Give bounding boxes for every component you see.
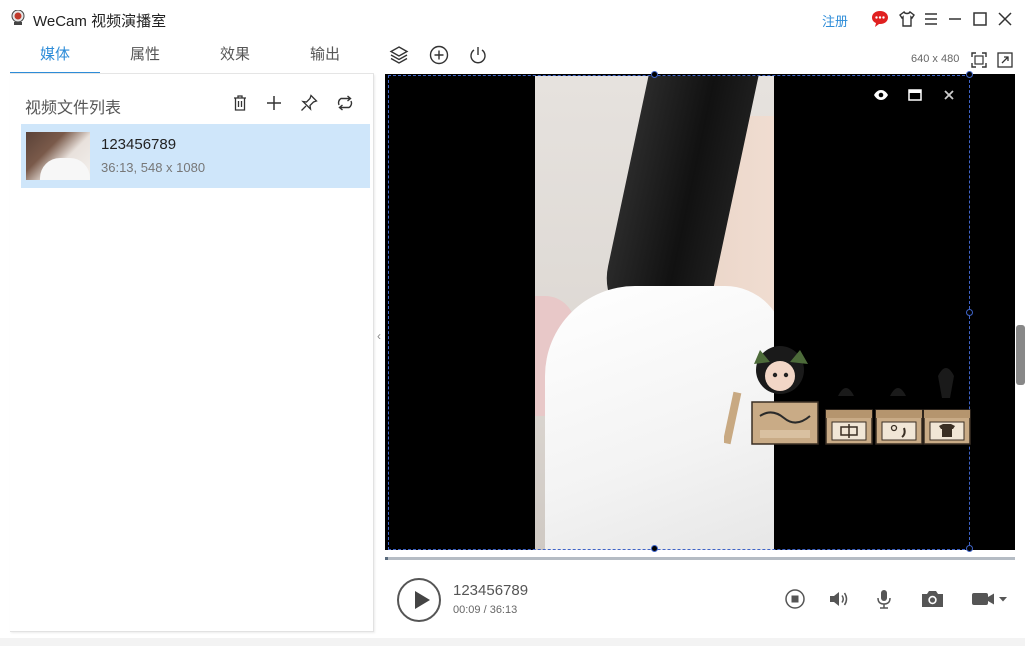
now-playing-title: 123456789 xyxy=(453,582,529,599)
remove-source-icon[interactable] xyxy=(941,87,957,103)
add-file-icon[interactable] xyxy=(265,94,283,112)
layers-icon[interactable] xyxy=(389,45,409,65)
stop-icon[interactable] xyxy=(784,588,806,610)
tab-output[interactable]: 输出 xyxy=(280,38,370,74)
video-frame xyxy=(535,76,774,550)
message-icon[interactable] xyxy=(871,10,889,28)
media-list-item[interactable]: 123456789 36:13, 548 x 1080 xyxy=(21,124,370,188)
volume-icon[interactable] xyxy=(827,588,851,610)
media-item-meta: 36:13, 548 x 1080 xyxy=(101,160,206,175)
wecam-logo-icon xyxy=(11,10,25,25)
media-item-name: 123456789 xyxy=(101,136,177,153)
video-preview[interactable] xyxy=(385,74,1015,550)
playback-progress-fill xyxy=(385,557,388,560)
resize-handle-right[interactable] xyxy=(966,309,973,316)
title-bar: WeCam 视频演播室 注册 xyxy=(0,0,1025,38)
resize-handle-bottom-right[interactable] xyxy=(966,545,973,552)
play-button[interactable] xyxy=(397,578,441,622)
cartoon-sticker-overlay xyxy=(724,346,971,445)
resize-handle-bottom[interactable] xyxy=(651,545,658,552)
collapse-panel-handle[interactable]: ‹ xyxy=(375,328,383,344)
loop-icon[interactable] xyxy=(335,94,355,112)
microphone-icon[interactable] xyxy=(873,588,895,610)
resize-handle-top[interactable] xyxy=(651,71,658,78)
video-thumbnail xyxy=(26,132,90,180)
window-bottom-edge xyxy=(0,638,1025,646)
maximize-icon[interactable] xyxy=(971,10,989,28)
playback-progress-bar[interactable] xyxy=(385,557,1015,560)
add-source-icon[interactable] xyxy=(429,45,449,65)
visibility-eye-icon[interactable] xyxy=(873,87,889,103)
tab-media[interactable]: 媒体 xyxy=(10,38,100,74)
camera-snapshot-icon[interactable] xyxy=(920,588,945,610)
resolution-label: 640 x 480 xyxy=(911,53,960,65)
media-panel: 视频文件列表 123456789 36:13, 548 x 1080 xyxy=(10,74,374,632)
main-tabs: 媒体 属性 效果 输出 xyxy=(10,38,374,74)
record-video-icon[interactable] xyxy=(970,588,1012,610)
video-list-header: 视频文件列表 xyxy=(25,100,122,117)
skin-shirt-icon[interactable] xyxy=(898,10,916,28)
trash-icon[interactable] xyxy=(231,94,249,112)
pin-icon[interactable] xyxy=(300,94,318,112)
side-scroll-handle[interactable] xyxy=(1016,325,1025,385)
power-icon[interactable] xyxy=(468,45,488,65)
register-link[interactable]: 注册 xyxy=(822,11,848,30)
window-title: WeCam 视频演播室 xyxy=(33,13,167,30)
close-icon[interactable] xyxy=(996,10,1014,28)
tab-properties[interactable]: 属性 xyxy=(100,38,190,74)
fullscreen-icon[interactable] xyxy=(996,51,1014,69)
fit-screen-icon[interactable] xyxy=(970,51,988,69)
tab-effects[interactable]: 效果 xyxy=(190,38,280,74)
resize-handle-top-right[interactable] xyxy=(966,71,973,78)
playback-time: 00:09 / 36:13 xyxy=(453,604,518,616)
minimize-icon[interactable] xyxy=(946,10,964,28)
window-mode-icon[interactable] xyxy=(907,87,923,103)
menu-icon[interactable] xyxy=(922,10,940,28)
